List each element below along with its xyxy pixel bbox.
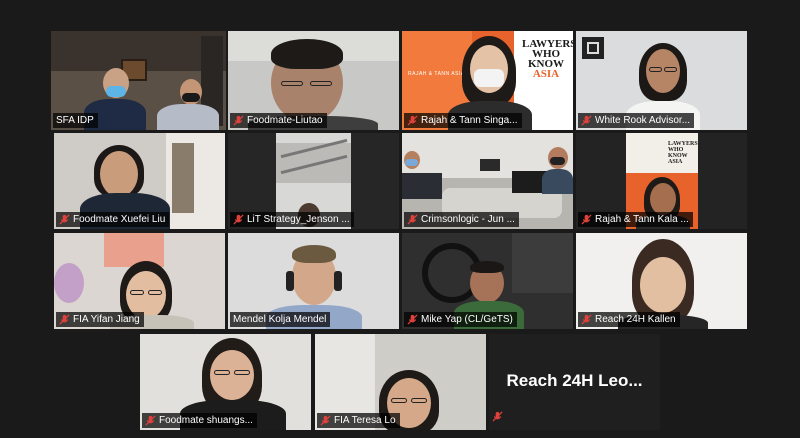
video-tile-white-rook-advisory[interactable]: White Rook Advisor... <box>576 31 747 130</box>
muted-mic-icon <box>145 415 156 426</box>
participant-name-bar: FIA Yifan Jiang <box>56 312 144 327</box>
muted-mic-icon <box>233 214 244 225</box>
participant-name-bar: SFA IDP <box>53 113 98 128</box>
video-tile-reach-24h-kallen[interactable]: Reach 24H Kallen <box>576 233 747 329</box>
participant-name: Mike Yap (CL/GeTS) <box>421 314 513 325</box>
book-cover-title: LAWYERS WHO KNOW ASIA <box>668 141 698 165</box>
video-tile-reach-24h-leo[interactable]: Reach 24H Leo... <box>489 334 660 430</box>
muted-mic-icon <box>59 214 70 225</box>
participant-name: Foodmate shuangs... <box>159 415 253 426</box>
participant-name-bar: Rajah & Tann Kala ... <box>578 212 693 227</box>
participant-name-bar: Mendel Kolja Mendel <box>230 312 331 327</box>
video-tile-foodmate-xuefei-liu[interactable]: Foodmate Xuefei Liu <box>54 133 225 229</box>
video-tile-mendel-kolja-mendel[interactable]: Mendel Kolja Mendel <box>228 233 399 329</box>
video-tile-foodmate-liutao[interactable]: Foodmate-Liutao <box>228 31 399 130</box>
muted-mic-icon <box>581 314 592 325</box>
video-tile-foodmate-shuangs[interactable]: Foodmate shuangs... <box>140 334 311 430</box>
participant-name-bar: White Rook Advisor... <box>578 113 695 128</box>
video-tile-fia-yifan-jiang[interactable]: FIA Yifan Jiang <box>54 233 225 329</box>
participant-name-bar: FIA Teresa Lo <box>317 413 400 428</box>
participant-name: Reach 24H Kallen <box>595 314 676 325</box>
video-tile-fia-teresa-lo[interactable]: FIA Teresa Lo <box>315 334 486 430</box>
participant-name-bar: Rajah & Tann Singa... <box>404 113 522 128</box>
lawyers-who-know-asia-text: LAWYERS WHO KNOW ASIA <box>522 38 573 80</box>
participant-name: Foodmate Xuefei Liu <box>73 214 166 225</box>
participant-name-bar: Foodmate shuangs... <box>142 413 257 428</box>
participant-name: Crimsonlogic - Jun ... <box>421 214 515 225</box>
video-tile-rajah-tann-kala[interactable]: LAWYERS WHO KNOW ASIA Rajah & Tann Kala … <box>576 133 747 229</box>
muted-mic-icon <box>233 115 244 126</box>
participant-name-bar: Crimsonlogic - Jun ... <box>404 212 519 227</box>
muted-mic-icon <box>492 411 503 422</box>
participant-name-bar: Foodmate-Liutao <box>230 113 327 128</box>
participant-name: LiT Strategy_Jenson ... <box>247 214 350 225</box>
muted-mic-icon <box>581 115 592 126</box>
muted-mic-icon <box>581 214 592 225</box>
video-tile-rajah-tann-singapore[interactable]: RAJAH & TANN ASIA LAWYERS WHO KNOW ASIA … <box>402 31 573 130</box>
participant-name: FIA Teresa Lo <box>334 415 396 426</box>
muted-mic-icon <box>407 115 418 126</box>
participant-name: Rajah & Tann Singa... <box>421 115 518 126</box>
muted-mic-icon <box>59 314 70 325</box>
participant-name: FIA Yifan Jiang <box>73 314 140 325</box>
participant-name-bar: LiT Strategy_Jenson ... <box>230 212 354 227</box>
participant-name: SFA IDP <box>56 115 94 126</box>
participant-name: White Rook Advisor... <box>595 115 691 126</box>
participant-name-bar: Foodmate Xuefei Liu <box>56 212 170 227</box>
video-tile-crimsonlogic-jun[interactable]: Crimsonlogic - Jun ... <box>402 133 573 229</box>
participant-name-bar: Reach 24H Kallen <box>578 312 680 327</box>
participant-name: Foodmate-Liutao <box>247 115 323 126</box>
rajah-tann-tag: RAJAH & TANN ASIA <box>408 71 465 77</box>
muted-mic-icon <box>320 415 331 426</box>
muted-mic-icon <box>407 314 418 325</box>
muted-mic-icon <box>407 214 418 225</box>
participant-name: Rajah & Tann Kala ... <box>595 214 689 225</box>
video-tile-lit-strategy-jenson[interactable]: LiT Strategy_Jenson ... <box>228 133 399 229</box>
video-tile-mike-yap[interactable]: Mike Yap (CL/GeTS) <box>402 233 573 329</box>
participant-name: Mendel Kolja Mendel <box>233 314 327 325</box>
participant-name-bar: Mike Yap (CL/GeTS) <box>404 312 517 327</box>
video-tile-sfa-idp[interactable]: SFA IDP <box>51 31 226 130</box>
mic-status <box>492 409 503 427</box>
participant-display-name: Reach 24H Leo... <box>506 371 643 390</box>
